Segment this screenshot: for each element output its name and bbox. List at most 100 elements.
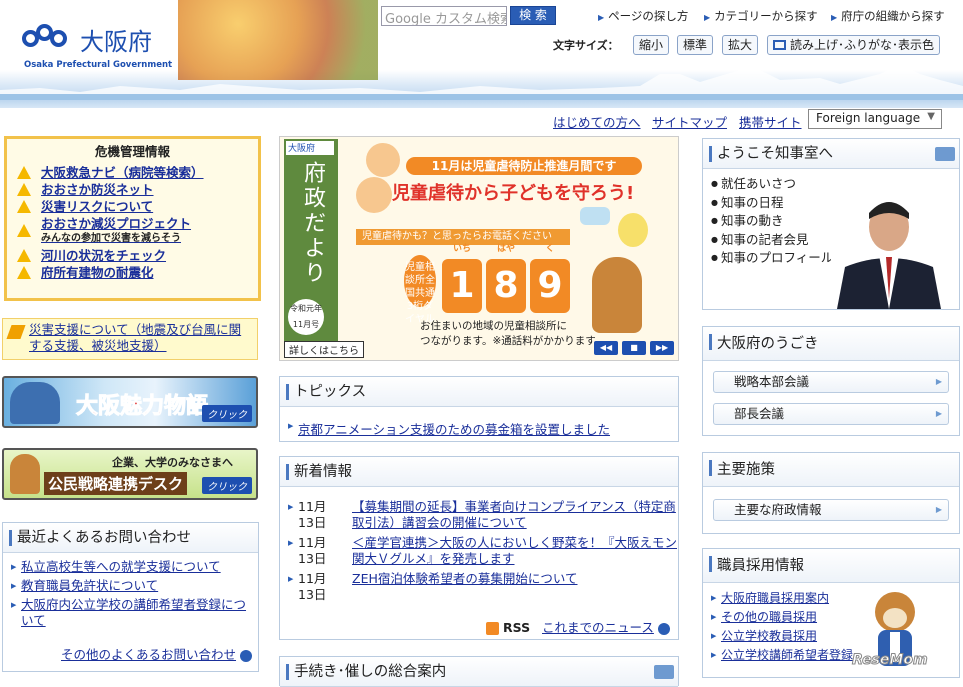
governor-title: ようこそ知事室へ	[703, 139, 959, 169]
city-skyline-illustration	[0, 64, 963, 100]
font-larger-button[interactable]: 拡大	[722, 35, 759, 55]
procedures-box: 手続き･催しの総合案内	[279, 656, 679, 687]
rss-icon[interactable]	[486, 622, 499, 635]
news-item[interactable]: 11月13日 【募集期間の延長】事業者向けコンプライアンス（特定商取引法）講習会…	[288, 499, 678, 533]
faq-more-label: その他のよくあるお問い合わせ	[61, 647, 237, 662]
topics-title: トピックス	[280, 377, 678, 407]
more-icon[interactable]	[654, 665, 674, 679]
arrow-circle-icon	[240, 649, 252, 662]
next-slide-icon[interactable]: ▶▶	[650, 341, 674, 355]
digit-value: 9	[537, 265, 563, 306]
warning-icon	[17, 224, 31, 237]
topics-box: トピックス 京都アニメーション支援のための募金箱を設置しました	[279, 376, 679, 442]
header: 大阪府 Osaka Prefectural Government Google …	[0, 0, 963, 130]
crisis-item-bousai-net[interactable]: おおさか防災ネット	[17, 181, 258, 198]
kosei-title: 府政だより	[300, 161, 325, 286]
hotline-digit: いち 1	[442, 244, 482, 313]
read-aloud-label: 読み上げ･ふりがな･表示色	[790, 38, 935, 52]
watermark: ReseMom	[852, 652, 929, 669]
disaster-support-link[interactable]: 災害支援について（地震及び台風に関する支援、被災地支援）	[2, 318, 258, 360]
prefecture-news-box: 大阪府のうごき 戦略本部会議 部長会議	[702, 326, 960, 436]
chevron-down-icon: ▼	[927, 111, 935, 122]
link-mobile-site[interactable]: 携帯サイト	[739, 112, 802, 131]
feature-slideshow[interactable]: 大阪府 府政だより 令和元年 11月号 詳しくはこちら 11月は児童虐待防止推進…	[279, 136, 679, 361]
rss-area: RSS これまでのニュース	[486, 617, 670, 636]
news-box: 新着情報 11月13日 【募集期間の延長】事業者向けコンプライアンス（特定商取引…	[279, 456, 679, 640]
crisis-management-box: 危機管理情報 大阪救急ナビ（病院等検索） おおさか防災ネット 災害リスクについて…	[4, 136, 261, 301]
procedures-title-text: 手続き･催しの総合案内	[294, 664, 447, 680]
ugoki-item[interactable]: 部長会議	[713, 403, 949, 425]
nav-category[interactable]: カテゴリーから探す	[704, 8, 818, 24]
news-date: 11月13日	[288, 499, 338, 531]
crisis-item-label: 河川の状況をチェック	[41, 248, 167, 263]
click-badge: クリック	[202, 405, 252, 422]
news-title-text: 新着情報	[294, 464, 352, 480]
faq-item[interactable]: 私立高校生等への就学支援について	[11, 559, 250, 575]
mascot-illustration	[10, 454, 40, 494]
warning-icon	[17, 166, 31, 179]
faq-item[interactable]: 大阪府内公立学校の講師希望者登録について	[11, 597, 250, 629]
child-illustration	[366, 143, 400, 177]
foreign-language-select[interactable]: Foreign language ▼	[808, 109, 942, 129]
nav-page-search[interactable]: ページの探し方	[598, 8, 688, 24]
search-input[interactable]: Google カスタム検索	[381, 6, 507, 26]
hotline-note: お住まいの地域の児童相談所に つながります。※通話料がかかります。	[420, 320, 606, 347]
ugoki-title: 大阪府のうごき	[703, 327, 959, 361]
governor-box: ようこそ知事室へ 就任あいさつ 知事の日程 知事の動き 知事の記者会見 知事のプ…	[702, 138, 960, 310]
crisis-item-emergency-navi[interactable]: 大阪救急ナビ（病院等検索）	[17, 164, 258, 181]
faq-title-text: 最近よくあるお問い合わせ	[17, 530, 191, 546]
faq-item[interactable]: 教育職員免許状について	[11, 578, 250, 594]
banner-title: 公民戦略連携デスク	[44, 472, 188, 495]
public-private-desk-banner[interactable]: 企業、大学のみなさまへ 公民戦略連携デスク クリック	[2, 448, 258, 500]
crisis-item-quake-proof[interactable]: 府所有建物の耐震化	[17, 264, 258, 281]
campaign-headline: 児童虐待から子どもを守ろう!	[392, 183, 635, 204]
link-first-time[interactable]: はじめての方へ	[553, 112, 641, 131]
crisis-item-label: おおさか減災プロジェクト	[41, 216, 192, 231]
crisis-item-label: おおさか防災ネット	[41, 182, 154, 197]
foreign-language-value: Foreign language	[816, 111, 921, 125]
font-size-label: 文字サイズ：	[553, 39, 619, 52]
faq-box: 最近よくあるお問い合わせ 私立高校生等への就学支援について 教育職員免許状につい…	[2, 522, 259, 672]
news-item[interactable]: 11月13日 ZEH宿泊体験希望者の募集開始について	[288, 571, 678, 605]
ugoki-title-text: 大阪府のうごき	[717, 336, 819, 352]
crisis-item-label: 大阪救急ナビ（病院等検索）	[41, 165, 204, 180]
news-title: 新着情報	[280, 457, 678, 487]
crisis-item-label: 府所有建物の耐震化	[41, 265, 154, 280]
ugoki-item[interactable]: 戦略本部会議	[713, 371, 949, 393]
hotline-digit: はや 8	[486, 244, 526, 313]
prev-slide-icon[interactable]: ◀◀	[594, 341, 618, 355]
osaka-miryoku-banner[interactable]: 大阪魅力物語 クリック	[2, 376, 258, 428]
policy-item[interactable]: 主要な府政情報	[713, 499, 949, 521]
warning-icon	[17, 249, 31, 262]
dial-label: 児童相談所全国共通3桁ダイヤル	[404, 255, 436, 325]
banner-subtitle: 企業、大学のみなさまへ	[112, 456, 233, 469]
crisis-item-disaster-risk[interactable]: 災害リスクについて	[17, 198, 258, 215]
detail-button[interactable]: 詳しくはこちら	[284, 341, 364, 358]
crisis-item-river[interactable]: 河川の状況をチェック	[17, 247, 258, 264]
news-date: 11月13日	[288, 535, 338, 567]
news-text: 【募集期間の延長】事業者向けコンプライアンス（特定商取引法）講習会の開催について	[352, 499, 676, 530]
nav-organization[interactable]: 府庁の組織から探す	[831, 8, 945, 24]
link-sitemap[interactable]: サイトマップ	[652, 112, 727, 131]
news-item[interactable]: 11月13日 ＜産学官連携＞大阪の人においしく野菜を！『大阪えモン 関大Ｖグルメ…	[288, 535, 678, 569]
logo-title: 大阪府	[80, 28, 152, 56]
faq-more-link[interactable]: その他のよくあるお問い合わせ	[61, 644, 252, 663]
governor-photo	[831, 189, 947, 309]
font-normal-button[interactable]: 標準	[677, 35, 714, 55]
topics-item[interactable]: 京都アニメーション支援のための募金箱を設置しました	[288, 419, 610, 438]
search-button[interactable]: 検 索	[510, 6, 556, 25]
rss-label[interactable]: RSS	[503, 620, 530, 635]
campaign-month: 11月は児童虐待防止推進月間です	[406, 157, 642, 175]
stop-slide-icon[interactable]: ■	[622, 341, 646, 355]
news-text: ZEH宿泊体験希望者の募集開始について	[352, 571, 578, 586]
kosei-dayori-panel: 大阪府 府政だより 令和元年 11月号	[284, 139, 338, 351]
news-archive-link[interactable]: これまでのニュース	[542, 620, 654, 635]
read-aloud-button[interactable]: 読み上げ･ふりがな･表示色	[767, 35, 941, 55]
font-smaller-button[interactable]: 縮小	[633, 35, 670, 55]
warning-icon	[17, 200, 31, 213]
issue-badge: 令和元年 11月号	[288, 299, 324, 335]
governor-title-text: ようこそ知事室へ	[717, 146, 833, 162]
more-icon[interactable]	[935, 147, 955, 161]
click-badge: クリック	[202, 477, 252, 494]
crisis-item-gensai-project[interactable]: おおさか減災プロジェクト みんなの参加で災害を減らそう	[17, 215, 258, 247]
